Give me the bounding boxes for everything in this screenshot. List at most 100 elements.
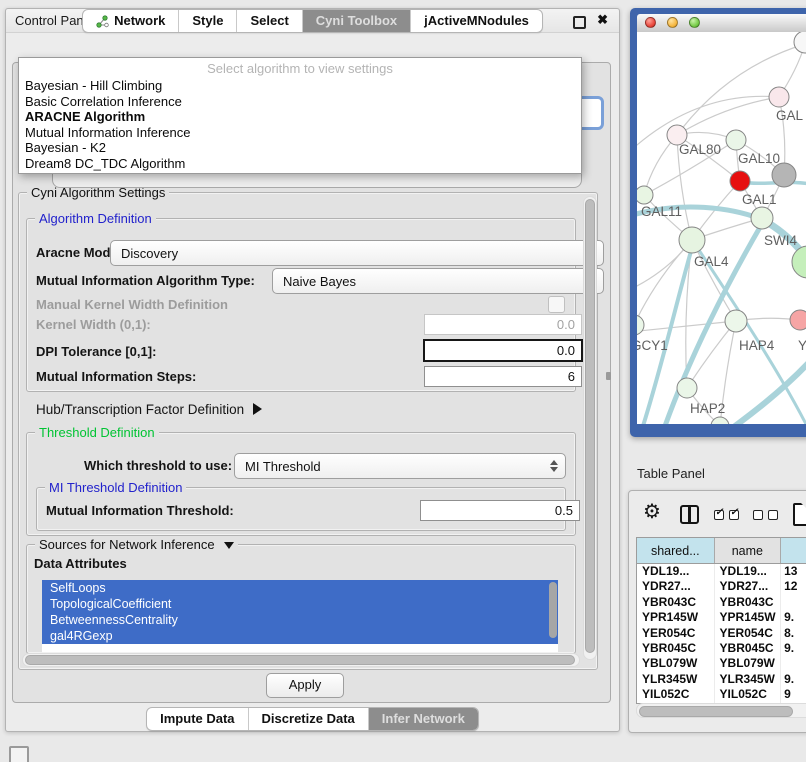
table-cell: 9	[781, 687, 806, 702]
table-row[interactable]: YBL079WYBL079W	[637, 656, 806, 671]
mi-steps-field[interactable]: 6	[424, 366, 582, 387]
table-horizontal-scrollbar[interactable]	[636, 703, 806, 718]
network-node-gal[interactable]	[769, 87, 789, 107]
column-header-col2[interactable]	[781, 538, 806, 563]
table-header-row: shared...name	[637, 538, 806, 564]
cyni-mode-tabbar: Impute DataDiscretize DataInfer Network	[6, 9, 619, 33]
scrollbar-thumb[interactable]	[25, 655, 575, 665]
table-cell: YBR045C	[637, 641, 715, 656]
which-threshold-select[interactable]: MI Threshold	[234, 453, 566, 479]
kernel-width-field[interactable]: 0.0	[424, 314, 582, 335]
network-node-y[interactable]	[790, 310, 806, 330]
network-node[interactable]	[711, 417, 729, 424]
table-row[interactable]: YLR345WYLR345W9.	[637, 672, 806, 687]
close-traffic-light-icon[interactable]	[645, 17, 656, 28]
table-cell: 9.	[781, 641, 806, 656]
minimized-panel-icon[interactable]	[9, 746, 29, 762]
manual-kernel-checkbox[interactable]	[548, 296, 565, 313]
select-all-icon[interactable]	[714, 510, 744, 520]
algorithm-option[interactable]: Mutual Information Inference	[19, 125, 581, 141]
attribute-item[interactable]: SelfLoops	[42, 580, 558, 596]
table-cell: YBR043C	[637, 595, 715, 610]
algorithm-option[interactable]: Bayesian - Hill Climbing	[19, 78, 581, 94]
hub-section-toggle[interactable]: Hub/Transcription Factor Definition	[36, 399, 262, 419]
table-cell: YDR27...	[715, 579, 782, 594]
algorithm-option[interactable]: Basic Correlation Inference	[19, 94, 581, 110]
network-node-gal4[interactable]	[679, 227, 705, 253]
new-table-icon[interactable]	[793, 503, 806, 526]
tab-infer-network[interactable]: Infer Network	[368, 708, 478, 730]
columns-icon[interactable]	[680, 505, 699, 524]
table-row[interactable]: YPR145WYPR145W9.	[637, 610, 806, 625]
which-threshold-value: MI Threshold	[245, 459, 321, 474]
gear-icon[interactable]: ⚙	[643, 502, 661, 522]
attribute-item[interactable]: BetweennessCentrality	[42, 612, 558, 628]
expanded-arrow-icon	[224, 542, 234, 549]
algorithm-option[interactable]: ARACNE Algorithm	[19, 109, 581, 125]
dpi-tolerance-field[interactable]: 0.0	[423, 339, 583, 362]
tab-discretize-data[interactable]: Discretize Data	[248, 708, 368, 730]
network-node-swi4[interactable]	[751, 207, 773, 229]
scrollbar-thumb[interactable]	[585, 199, 595, 653]
algorithm-option[interactable]: Bayesian - K2	[19, 140, 581, 156]
node-label: GAL11	[641, 204, 682, 219]
tab-impute-data[interactable]: Impute Data	[147, 708, 247, 730]
network-node[interactable]	[792, 246, 806, 278]
column-header-shared[interactable]: shared...	[637, 538, 715, 563]
column-header-name[interactable]: name	[715, 538, 782, 563]
table-cell: YPR145W	[637, 610, 715, 625]
sources-title[interactable]: Sources for Network Inference	[35, 537, 238, 552]
table-cell: 8.	[781, 626, 806, 641]
network-node-gcy1[interactable]	[637, 315, 644, 335]
table-cell: 9.	[781, 610, 806, 625]
mi-threshold-field[interactable]: 0.5	[420, 500, 580, 521]
control-panel-window: Control Panel ✖ NetworkStyleSelectCyni T…	[5, 8, 620, 732]
network-node-hap2[interactable]	[677, 378, 697, 398]
tab-label: Discretize Data	[262, 708, 355, 730]
mi-algorithm-label: Mutual Information Algorithm Type:	[36, 268, 255, 292]
kernel-width-value: 0.0	[557, 317, 575, 332]
attribute-item[interactable]: TopologicalCoefficient	[42, 596, 558, 612]
algorithm-option-list: Bayesian - Hill ClimbingBasic Correlatio…	[19, 78, 581, 171]
network-node-hap4[interactable]	[725, 310, 747, 332]
network-node-gal11[interactable]	[637, 186, 653, 204]
table-row[interactable]: YDL19...YDL19...13	[637, 564, 806, 579]
table-row[interactable]: YIL052CYIL052C9	[637, 687, 806, 702]
node-table: shared...name YDL19...YDL19...13YDR27...…	[636, 537, 806, 704]
algorithm-option[interactable]: Dream8 DC_TDC Algorithm	[19, 156, 581, 172]
table-row[interactable]: YDR27...YDR27...12	[637, 579, 806, 594]
settings-vertical-scrollbar[interactable]	[583, 196, 597, 660]
table-panel-window: ⚙ shared...name YDL19...YDL19...13YDR27.…	[628, 490, 806, 733]
network-node-gal10[interactable]	[726, 130, 746, 150]
zoom-traffic-light-icon[interactable]	[689, 17, 700, 28]
node-label: HAP2	[690, 401, 725, 416]
table-cell: YLR345W	[715, 672, 782, 687]
table-row[interactable]: YBR045CYBR045C9.	[637, 641, 806, 656]
table-cell: YIL052C	[715, 687, 782, 702]
desktop: Control Panel ✖ NetworkStyleSelectCyni T…	[0, 0, 806, 762]
mi-algorithm-select[interactable]: Naive Bayes	[272, 268, 604, 294]
aracne-mode-select[interactable]: Discovery	[110, 240, 604, 266]
table-cell: YBL079W	[637, 656, 715, 671]
table-row[interactable]: YBR043CYBR043C	[637, 595, 806, 610]
list-scrollbar-thumb[interactable]	[549, 582, 557, 638]
attribute-item[interactable]: gal4RGexp	[42, 628, 558, 644]
node-label: Y	[798, 338, 806, 353]
table-cell: YPR145W	[715, 610, 782, 625]
mi-threshold-value: 0.5	[555, 503, 573, 518]
apply-button[interactable]: Apply	[266, 673, 344, 698]
minimize-traffic-light-icon[interactable]	[667, 17, 678, 28]
table-row[interactable]: YER054CYER054C8.	[637, 626, 806, 641]
table-cell: YER054C	[715, 626, 782, 641]
aracne-mode-value: Discovery	[121, 246, 178, 261]
scrollbar-thumb[interactable]	[639, 706, 793, 717]
network-node-gal1[interactable]	[730, 171, 750, 191]
panel-splitter-handle[interactable]	[606, 372, 611, 380]
network-window: GALGAL80GAL10GAL1SWI4GAL11GAL4GCY1HAP4YH…	[630, 8, 806, 437]
deselect-all-icon[interactable]	[753, 510, 783, 520]
settings-horizontal-scrollbar[interactable]	[22, 653, 580, 667]
network-node[interactable]	[772, 163, 796, 187]
network-canvas[interactable]: GALGAL80GAL10GAL1SWI4GAL11GAL4GCY1HAP4YH…	[637, 32, 806, 424]
network-window-titlebar[interactable]	[637, 14, 806, 33]
network-node[interactable]	[794, 32, 806, 53]
